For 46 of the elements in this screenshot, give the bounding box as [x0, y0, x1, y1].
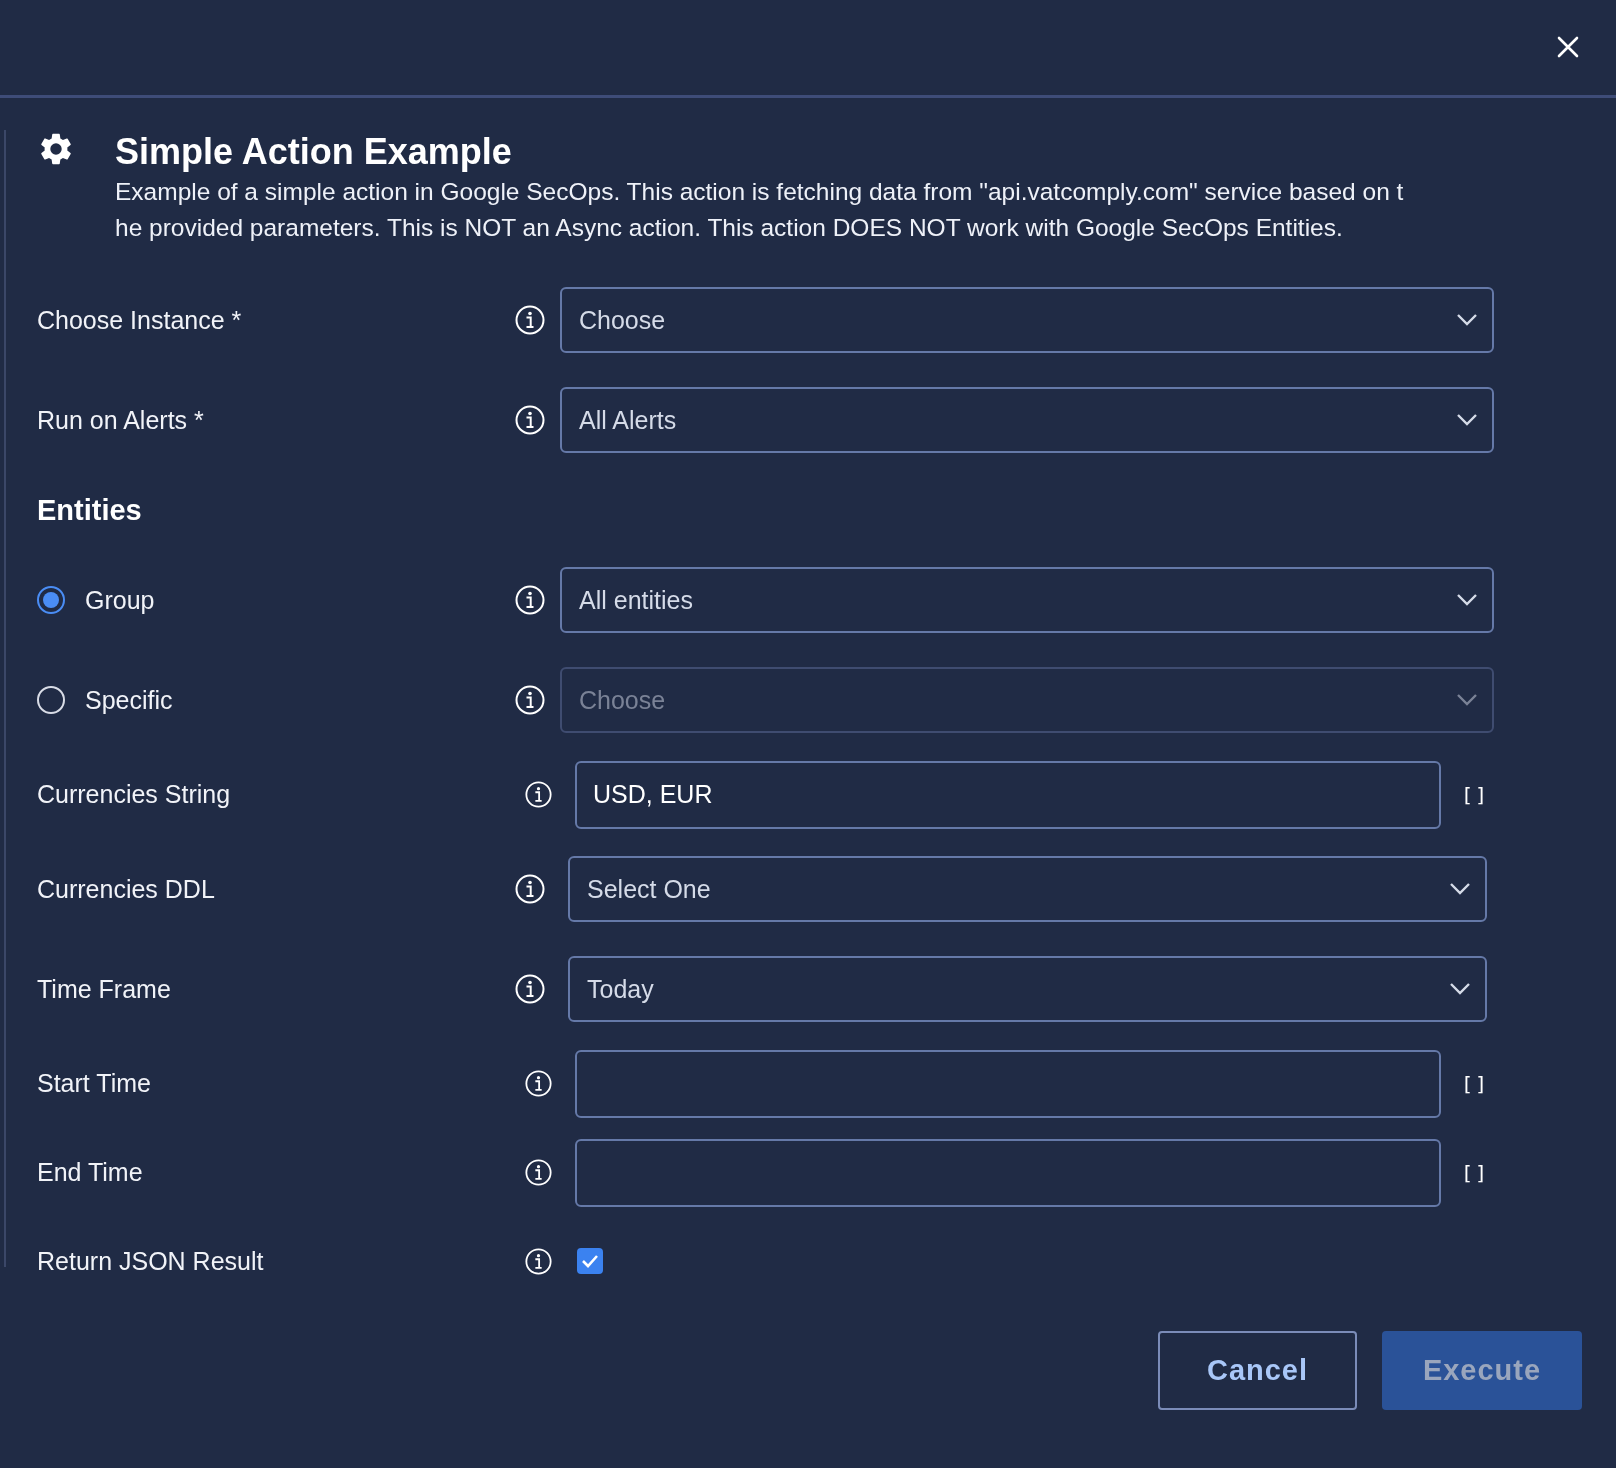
dropdown-field[interactable]: All entities [560, 567, 1494, 633]
expand-placeholder-button[interactable]: [] [1461, 1160, 1490, 1185]
chevron-down-icon [1449, 982, 1471, 996]
chevron-down-icon [1449, 882, 1471, 896]
chevron-down-icon [1456, 693, 1478, 707]
field-label: Currencies String [37, 780, 231, 809]
info-icon[interactable] [515, 874, 545, 904]
field-label: Run on Alerts * [37, 405, 204, 435]
dropdown-field[interactable]: All Alerts [560, 387, 1494, 453]
field-label: Choose Instance * [37, 305, 242, 335]
field-label: Specific [85, 685, 173, 715]
close-icon[interactable] [1556, 34, 1580, 59]
field-label: Return JSON Result [37, 1246, 264, 1276]
dialog-title: Simple Action Example [115, 130, 513, 174]
field-label: Time Frame [37, 974, 171, 1004]
text-field[interactable] [575, 1138, 1441, 1207]
section-heading: Entities [37, 492, 143, 528]
info-icon[interactable] [525, 1247, 552, 1275]
cancel-button[interactable]: Cancel [1158, 1331, 1357, 1410]
info-icon[interactable] [515, 305, 545, 335]
info-icon[interactable] [515, 974, 545, 1004]
description-text: he provided parameters. This is NOT an Async action. This action DOES NOT work with Google SecOps Entities. [115, 213, 1344, 243]
dropdown-field[interactable]: Select One [568, 856, 1487, 922]
info-icon[interactable] [525, 781, 552, 808]
checkbox[interactable] [577, 1248, 603, 1274]
dropdown-field[interactable]: Choose [560, 287, 1494, 353]
text-field[interactable] [575, 1049, 1441, 1118]
description-text: Example of a simple action in Google SecOps. This action is fetching data from "api.vatcomply.com" service based on t [115, 177, 1404, 207]
info-icon[interactable] [515, 685, 545, 715]
chevron-down-icon [1456, 593, 1478, 607]
field-label: Start Time [37, 1069, 151, 1098]
info-icon[interactable] [525, 1159, 552, 1186]
chevron-down-icon [1456, 313, 1478, 327]
expand-placeholder-button[interactable]: [] [1461, 782, 1490, 807]
radio-button[interactable] [37, 586, 65, 614]
field-label: End Time [37, 1158, 143, 1187]
info-icon[interactable] [525, 1070, 552, 1097]
expand-placeholder-button[interactable]: [] [1461, 1071, 1490, 1096]
dropdown-field[interactable]: Today [568, 956, 1487, 1022]
field-label: Currencies DDL [37, 874, 215, 904]
text-field[interactable]: USD, EUR [575, 760, 1441, 829]
info-icon[interactable] [515, 585, 545, 615]
field-label: Group [85, 585, 155, 615]
info-icon[interactable] [515, 405, 545, 435]
chevron-down-icon [1456, 413, 1478, 427]
checkmark-icon [581, 1254, 599, 1268]
